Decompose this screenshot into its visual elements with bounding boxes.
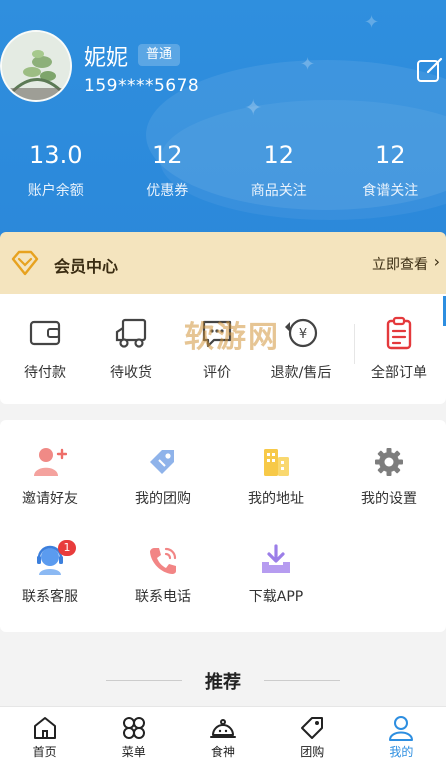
tab-label: 团购 — [268, 743, 357, 760]
service-invite-friends[interactable]: 邀请好友 — [0, 446, 100, 508]
service-settings[interactable]: 我的设置 — [339, 446, 439, 508]
watermark-text: 软游网 — [184, 312, 280, 356]
sparkle-icon: ✦ — [244, 96, 262, 121]
stat-label: 食谱关注 — [335, 180, 446, 200]
service-label: 邀请好友 — [0, 488, 100, 508]
recommend-heading: 推荐 — [0, 668, 446, 694]
service-label: 联系客服 — [0, 586, 100, 606]
profile-header: ✦ ✦ ✦ 妮妮 普通 159****5678 13.0 账户余额 12 优惠券 — [0, 0, 446, 258]
service-label: 我的设置 — [339, 488, 439, 508]
bottom-tab-bar: 首页 菜单 食神 团购 我的 — [0, 706, 446, 763]
service-label: 下载APP — [226, 586, 326, 606]
order-pending-receipt[interactable]: 待收货 — [86, 316, 176, 382]
service-label: 我的地址 — [226, 488, 326, 508]
stat-label: 账户余额 — [0, 180, 112, 200]
wallet-icon — [28, 316, 62, 350]
edit-profile-button[interactable] — [416, 56, 444, 84]
stat-label: 优惠券 — [112, 180, 224, 200]
order-label: 全部订单 — [354, 362, 444, 382]
order-label: 退款/售后 — [256, 362, 346, 382]
user-icon — [388, 715, 414, 741]
order-label: 评价 — [172, 362, 262, 382]
truck-icon — [113, 316, 149, 350]
service-address[interactable]: 我的地址 — [226, 446, 326, 508]
services-card: 邀请好友 我的团购 我的地址 — [0, 420, 446, 632]
service-label: 我的团购 — [113, 488, 213, 508]
tab-label: 菜单 — [89, 743, 178, 760]
service-download-app[interactable]: 下载APP — [226, 544, 326, 606]
clipboard-icon — [382, 316, 416, 350]
svg-text:¥: ¥ — [299, 327, 307, 342]
phone-number: 159****5678 — [84, 76, 199, 96]
download-icon — [259, 544, 293, 576]
account-stats: 13.0 账户余额 12 优惠券 12 商品关注 12 食谱关注 — [0, 140, 446, 200]
edit-icon — [416, 56, 444, 84]
member-center-bar[interactable]: 会员中心 立即查看 › — [0, 232, 446, 294]
stat-value: 12 — [335, 140, 446, 174]
service-group-buy[interactable]: 我的团购 — [113, 446, 213, 508]
tab-chef[interactable]: 食神 — [178, 707, 267, 763]
member-center-title: 会员中心 — [54, 253, 118, 277]
tab-label: 首页 — [0, 743, 89, 760]
building-icon — [259, 446, 293, 478]
sparkle-icon: ✦ — [364, 12, 379, 33]
tag-icon — [146, 446, 180, 478]
avatar[interactable] — [0, 30, 72, 102]
service-customer-support[interactable]: 1 联系客服 — [0, 544, 100, 606]
gear-icon — [372, 446, 406, 478]
order-label: 待付款 — [0, 362, 90, 382]
order-all[interactable]: 全部订单 — [354, 316, 444, 382]
menu-grid-icon — [121, 715, 147, 741]
stat-balance[interactable]: 13.0 账户余额 — [0, 140, 112, 200]
stat-product-follows[interactable]: 12 商品关注 — [223, 140, 335, 200]
tab-mine[interactable]: 我的 — [357, 707, 446, 763]
unread-badge: 1 — [58, 540, 76, 556]
chevron-right-icon: › — [434, 252, 440, 271]
service-contact-phone[interactable]: 联系电话 — [113, 544, 213, 606]
sparkle-icon: ✦ — [300, 54, 315, 75]
tab-home[interactable]: 首页 — [0, 707, 89, 763]
order-pending-payment[interactable]: 待付款 — [0, 316, 90, 382]
stat-value: 13.0 — [0, 140, 112, 174]
tab-group-buy[interactable]: 团购 — [268, 707, 357, 763]
username: 妮妮 — [84, 40, 128, 72]
stat-coupons[interactable]: 12 优惠券 — [112, 140, 224, 200]
diamond-icon — [10, 248, 40, 278]
stat-label: 商品关注 — [223, 180, 335, 200]
tag-icon — [299, 715, 325, 741]
cloche-icon — [209, 715, 237, 741]
refund-icon: ¥ — [283, 316, 319, 350]
stat-value: 12 — [223, 140, 335, 174]
tab-label: 我的 — [357, 743, 446, 760]
order-label: 待收货 — [86, 362, 176, 382]
stat-value: 12 — [112, 140, 224, 174]
service-label: 联系电话 — [113, 586, 213, 606]
view-now-link[interactable]: 立即查看 — [372, 254, 428, 274]
member-level-badge: 普通 — [138, 44, 180, 66]
tab-menu[interactable]: 菜单 — [89, 707, 178, 763]
home-icon — [32, 715, 58, 741]
add-user-icon — [33, 446, 67, 478]
stat-recipe-follows[interactable]: 12 食谱关注 — [335, 140, 446, 200]
tab-label: 食神 — [178, 743, 267, 760]
phone-icon — [146, 544, 180, 576]
